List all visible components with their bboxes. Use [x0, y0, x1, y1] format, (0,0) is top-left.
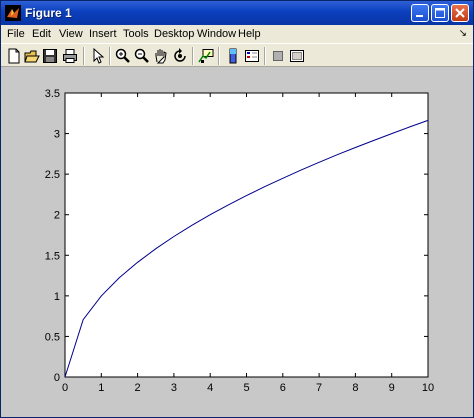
legend-icon	[245, 50, 259, 62]
rotate-3d-button[interactable]	[171, 47, 189, 65]
menu-file[interactable]: File	[7, 28, 25, 40]
title-bar[interactable]: Figure 1	[1, 1, 473, 25]
show-plot-tools-button[interactable]	[288, 47, 306, 65]
maximize-icon	[435, 8, 445, 18]
toolbar-separator	[192, 47, 194, 65]
x-tick-label: 2	[135, 382, 141, 394]
save-icon	[43, 49, 57, 63]
minimize-button[interactable]	[411, 4, 429, 22]
y-tick-label: 0	[54, 372, 60, 384]
toolbar-separator	[218, 47, 220, 65]
menu-help[interactable]: Help	[238, 28, 261, 40]
plot-svg: 0 1 2 3 4 5 6 7 8 9 10 0 0.5 1 1.5 2 2.5 3 3.5	[45, 88, 434, 394]
data-cursor-icon	[198, 49, 214, 63]
window-title: Figure 1	[25, 6, 72, 20]
close-icon	[455, 8, 465, 18]
toolbar-separator	[83, 47, 85, 65]
menu-window[interactable]: Window	[197, 28, 236, 40]
show-plot-tools-icon	[290, 50, 304, 62]
rotate-3d-icon	[174, 48, 186, 62]
x-tick-label: 6	[280, 382, 286, 394]
y-tick-label: 2.5	[45, 169, 60, 181]
zoom-out-icon	[134, 48, 149, 63]
zoom-in-button[interactable]	[114, 47, 132, 65]
x-tick-label: 5	[243, 382, 249, 394]
y-tick-label: 1.5	[45, 250, 60, 262]
menu-view[interactable]: View	[59, 28, 83, 40]
print-icon	[63, 49, 77, 63]
x-tick-label: 9	[389, 382, 395, 394]
legend-button[interactable]	[243, 47, 261, 65]
new-figure-icon	[8, 48, 20, 64]
menu-desktop[interactable]: Desktop	[154, 28, 194, 40]
figure-toolbar	[1, 43, 473, 67]
y-tick-label: 3.5	[45, 88, 60, 100]
menu-bar: File Edit View Insert Tools Desktop Wind…	[1, 25, 473, 43]
y-tick-label: 0.5	[45, 331, 60, 343]
maximize-button[interactable]	[431, 4, 449, 22]
new-figure-button[interactable]	[5, 47, 23, 65]
colorbar-icon	[229, 48, 237, 64]
pointer-icon	[93, 48, 105, 64]
x-tick-label: 7	[316, 382, 322, 394]
x-tick-label: 0	[62, 382, 68, 394]
zoom-out-button[interactable]	[133, 47, 151, 65]
open-button[interactable]	[23, 47, 41, 65]
minimize-icon	[416, 15, 423, 17]
colorbar-button[interactable]	[224, 47, 242, 65]
hide-plot-tools-icon	[273, 51, 283, 61]
hide-plot-tools-button[interactable]	[269, 47, 287, 65]
figure-canvas: 0 1 2 3 4 5 6 7 8 9 10 0 0.5 1 1.5 2 2.5 3 3.5	[1, 67, 473, 417]
menu-edit[interactable]: Edit	[32, 28, 51, 40]
x-tick-label: 8	[352, 382, 358, 394]
y-tick-label: 3	[54, 129, 60, 141]
figure-window: Figure 1 File Edit View Insert Tools Des…	[0, 0, 474, 418]
menu-tools[interactable]: Tools	[123, 28, 149, 40]
matlab-logo-icon	[5, 5, 21, 21]
y-tick-label: 2	[54, 210, 60, 222]
close-button[interactable]	[451, 4, 469, 22]
x-tick-label: 3	[171, 382, 177, 394]
data-cursor-button[interactable]	[197, 47, 215, 65]
menu-insert[interactable]: Insert	[89, 28, 117, 40]
x-tick-label: 10	[422, 382, 434, 394]
toolbar-separator	[264, 47, 266, 65]
zoom-in-icon	[115, 48, 130, 63]
x-tick-label: 4	[207, 382, 213, 394]
dock-arrow-icon[interactable]: ↘	[459, 28, 467, 39]
pan-icon	[155, 49, 167, 64]
print-button[interactable]	[61, 47, 79, 65]
toolbar-separator	[109, 47, 111, 65]
pointer-button[interactable]	[89, 47, 107, 65]
save-button[interactable]	[41, 47, 59, 65]
pan-button[interactable]	[152, 47, 170, 65]
x-tick-label: 1	[98, 382, 104, 394]
axes-area[interactable]	[64, 92, 429, 378]
open-icon	[24, 50, 40, 63]
y-tick-label: 1	[54, 291, 60, 303]
